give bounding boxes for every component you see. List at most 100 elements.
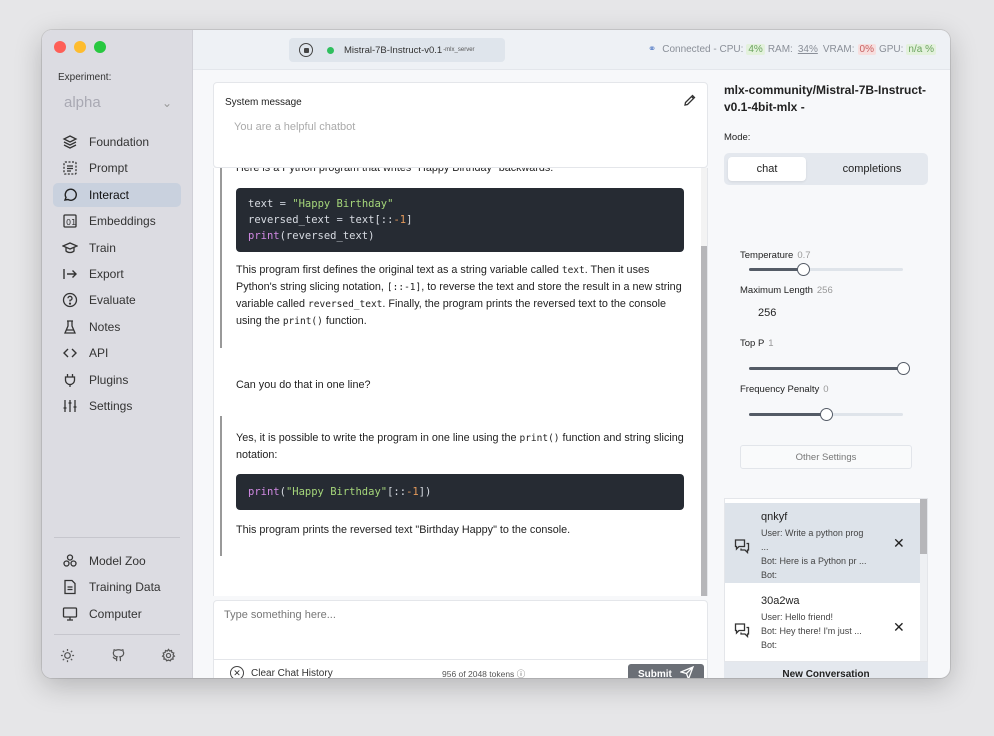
sidebar-item-prompt[interactable]: Prompt [53, 156, 181, 180]
chevron-down-icon: ⌄ [161, 95, 172, 110]
message-input-box[interactable]: Type something here... ✕ Clear Chat Hist… [213, 600, 708, 678]
conversation-bot-preview: Bot: Hey there! I'm just ... [761, 626, 862, 636]
code-block: print("Happy Birthday"[::-1]) [236, 474, 684, 510]
sidebar-item-computer[interactable]: Computer [53, 602, 181, 626]
clear-chat-button[interactable]: ✕ Clear Chat History [230, 666, 333, 678]
sidebar-item-interact[interactable]: Interact [53, 182, 181, 207]
sidebar-item-training-data[interactable]: Training Data [53, 575, 181, 599]
sidebar-item-label: Model Zoo [89, 554, 146, 568]
temperature-slider[interactable] [749, 263, 903, 276]
sidebar-item-plugins[interactable]: Plugins [53, 368, 181, 392]
pencil-icon[interactable] [683, 93, 697, 107]
sun-icon[interactable] [60, 648, 75, 666]
sidebar-item-train[interactable]: Train [53, 236, 181, 260]
sidebar-item-notes[interactable]: Notes [53, 315, 181, 339]
chat-bubble-icon [62, 187, 78, 203]
sidebar-item-foundation[interactable]: Foundation [53, 130, 181, 154]
delete-conversation-icon[interactable]: ✕ [893, 619, 905, 636]
vram-label: VRAM: [822, 44, 855, 55]
frequency-penalty-slider[interactable] [749, 408, 903, 421]
conversation-scrollbar[interactable] [920, 499, 927, 661]
settings-panel: mlx-community/Mistral-7B-Instruct-v0.1-4… [716, 70, 950, 678]
flask-icon [62, 319, 78, 335]
token-count: 956 of 2048 tokens ⓘ [442, 669, 526, 678]
system-message-box[interactable]: System message You are a helpful chatbot [213, 82, 708, 168]
delete-conversation-icon[interactable]: ✕ [893, 535, 905, 552]
message-input[interactable]: Type something here... [224, 609, 336, 621]
layers-icon [62, 134, 78, 150]
sidebar-item-label: Prompt [89, 161, 128, 176]
chat-messages[interactable]: Here is a Python program that writes "Ha… [213, 168, 708, 596]
close-circle-icon: ✕ [230, 666, 244, 678]
slider-fill [749, 413, 826, 416]
sidebar: Experiment: alpha ⌄ Foundation Prompt In… [42, 30, 193, 678]
bot-message: Here is a Python program that writes "Ha… [220, 168, 690, 348]
mode-chat-button[interactable]: chat [728, 157, 806, 181]
sidebar-item-label: Interact [89, 187, 130, 202]
system-message-placeholder: You are a helpful chatbot [234, 121, 356, 133]
clear-chat-label: Clear Chat History [251, 667, 333, 679]
chat-history-icon [734, 622, 750, 639]
sidebar-bottom-nav: Model Zoo Training Data Computer [53, 549, 181, 628]
scrollbar-thumb[interactable] [701, 246, 707, 596]
model-zoo-icon [62, 553, 78, 569]
send-icon [679, 665, 695, 678]
chat-main: System message You are a helpful chatbot… [193, 70, 716, 678]
slider-knob[interactable] [820, 408, 833, 421]
stop-model-icon[interactable] [299, 43, 313, 57]
gpu-usage: n/a % [906, 44, 936, 55]
experiment-value: alpha [64, 94, 101, 111]
ram-label: RAM: [767, 44, 793, 55]
github-icon[interactable] [111, 648, 126, 666]
chat-history-icon [734, 538, 750, 555]
minimize-window-button[interactable] [74, 41, 86, 53]
close-window-button[interactable] [54, 41, 66, 53]
sidebar-item-settings[interactable]: Settings [53, 394, 181, 418]
sidebar-item-embeddings[interactable]: 01 Embeddings [53, 209, 181, 233]
slider-knob[interactable] [897, 362, 910, 375]
code-line: print(reversed_text) [248, 230, 375, 242]
sidebar-item-api[interactable]: API [53, 341, 181, 365]
sidebar-divider [54, 634, 180, 635]
model-status-pill[interactable]: Mistral-7B-Instruct-v0.1 -mlx_server [289, 38, 505, 62]
conversation-list[interactable]: qnkyf User: Write a python prog ... Bot:… [724, 498, 928, 662]
plug-icon [62, 372, 78, 388]
new-conversation-button[interactable]: New Conversation [724, 662, 928, 678]
conversation-bot-preview-more: Bot: [761, 640, 778, 650]
sidebar-item-label: Notes [89, 319, 121, 334]
sidebar-item-label: Computer [89, 606, 142, 621]
user-message: Can you do that in one line? [236, 379, 371, 391]
sidebar-item-export[interactable]: Export [53, 262, 181, 286]
embeddings-icon: 01 [62, 213, 78, 229]
max-length-input[interactable]: 256 [758, 307, 776, 319]
svg-text:01: 01 [66, 218, 76, 227]
other-settings-button[interactable]: Other Settings [740, 445, 912, 469]
code-block: text = "Happy Birthday" reversed_text = … [236, 188, 684, 252]
submit-button[interactable]: Submit [628, 664, 704, 678]
export-arrow-icon [62, 266, 78, 282]
conversation-bot-preview: Bot: Here is a Python pr ... [761, 556, 867, 566]
mode-completions-button[interactable]: completions [820, 157, 924, 181]
sidebar-item-evaluate[interactable]: Evaluate [53, 288, 181, 312]
sidebar-item-model-zoo[interactable]: Model Zoo [53, 549, 181, 573]
gear-icon[interactable] [161, 648, 176, 666]
bot-message-paragraph: This program first defines the original … [236, 264, 682, 327]
conversation-item[interactable]: qnkyf User: Write a python prog ... Bot:… [725, 503, 921, 583]
experiment-select[interactable]: alpha ⌄ [64, 94, 172, 111]
conversation-item[interactable]: 30a2wa User: Hello friend! Bot: Hey ther… [725, 587, 921, 661]
gpu-label: GPU: [878, 44, 904, 55]
slider-knob[interactable] [796, 263, 810, 276]
top-p-slider[interactable] [749, 362, 910, 375]
running-indicator [327, 46, 334, 54]
sidebar-item-label: Settings [89, 398, 133, 413]
info-icon: ⓘ [516, 669, 526, 678]
sidebar-item-label: API [89, 346, 109, 361]
bot-message-intro: Here is a Python program that writes "Ha… [236, 168, 554, 174]
frequency-penalty-label: Frequency Penalty 0 [740, 384, 829, 395]
conversation-user-preview: User: Hello friend! [761, 612, 834, 622]
chat-scrollbar[interactable] [701, 168, 707, 596]
zoom-window-button[interactable] [94, 41, 106, 53]
code-line: reversed_text = text[::-1] [248, 214, 413, 226]
system-message-title: System message [225, 97, 302, 108]
document-icon [62, 579, 78, 595]
